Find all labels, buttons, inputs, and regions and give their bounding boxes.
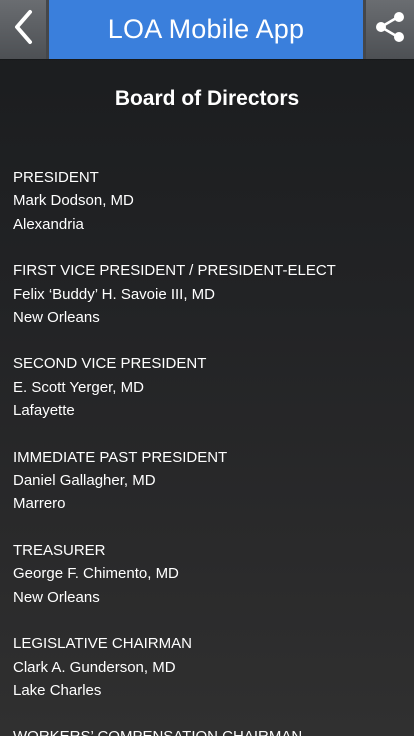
officer-entry: FIRST VICE PRESIDENT / PRESIDENT-ELECT F… <box>13 259 408 329</box>
officer-city: Lake Charles <box>13 681 102 699</box>
officer-name: Daniel Gallagher, MD <box>13 472 156 490</box>
officer-name: George F. Chimento, MD <box>13 565 179 583</box>
officer-city: Lafayette <box>13 402 75 420</box>
share-button[interactable] <box>366 0 414 59</box>
officer-role: PRESIDENT <box>13 169 99 186</box>
chevron-left-icon <box>12 9 34 50</box>
officer-entry: TREASURER George F. Chimento, MD New Orl… <box>13 539 408 609</box>
officer-city: Marrero <box>13 495 66 513</box>
officer-name: Mark Dodson, MD <box>13 192 134 210</box>
officer-role: TREASURER <box>13 541 106 559</box>
page-title: Board of Directors <box>114 87 300 110</box>
app-title: LOA Mobile App <box>49 0 363 59</box>
officer-city: New Orleans <box>13 588 100 606</box>
top-navigation-bar: LOA Mobile App <box>0 0 414 60</box>
officer-role: LEGISLATIVE CHAIRMAN <box>13 635 192 653</box>
officer-name: E. Scott Yerger, MD <box>13 378 144 396</box>
officer-entry: SECOND VICE PRESIDENT E. Scott Yerger, M… <box>13 352 408 422</box>
officer-role: FIRST VICE PRESIDENT / PRESIDENT-ELECT <box>13 262 336 280</box>
officer-entry: IMMEDIATE PAST PRESIDENT Daniel Gallaghe… <box>13 446 408 516</box>
officer-city: Alexandria <box>13 215 84 233</box>
officer-entry: LEGISLATIVE CHAIRMAN Clark A. Gunderson,… <box>13 632 408 702</box>
officer-list: PRESIDENT Mark Dodson, MD Alexandria FIR… <box>13 166 408 736</box>
officer-entry: WORKERS’ COMPENSATION CHAIRMAN <box>13 725 408 736</box>
board-content[interactable]: Board of Directors PRESIDENT Mark Dodson… <box>0 60 414 736</box>
officer-role: SECOND VICE PRESIDENT <box>13 355 207 373</box>
share-icon <box>373 10 407 49</box>
back-button[interactable] <box>0 0 46 59</box>
officer-role: WORKERS’ COMPENSATION CHAIRMAN <box>13 725 408 736</box>
officer-name: Clark A. Gunderson, MD <box>13 658 176 676</box>
officer-city: New Orleans <box>13 309 100 327</box>
officer-name: Felix ‘Buddy’ H. Savoie III, MD <box>13 285 216 303</box>
officer-role: IMMEDIATE PAST PRESIDENT <box>13 448 228 466</box>
officer-entry: PRESIDENT Mark Dodson, MD Alexandria <box>13 166 408 236</box>
